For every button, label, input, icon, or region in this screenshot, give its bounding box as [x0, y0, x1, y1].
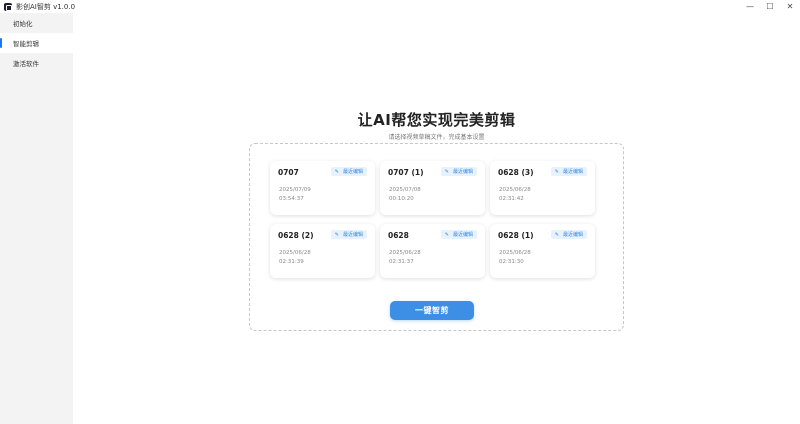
project-date: 2025/06/28: [389, 250, 421, 256]
minimize-icon[interactable]: —: [740, 0, 760, 13]
sidebar-item-smart-edit[interactable]: 智能剪辑: [0, 33, 73, 53]
one-click-edit-button[interactable]: 一键智剪: [390, 301, 474, 320]
project-time: 02:31:42: [499, 196, 524, 202]
project-time: 02:31:30: [499, 259, 524, 265]
sidebar-item-label: 初始化: [13, 20, 33, 28]
project-card[interactable]: 0707 (1) ✎ 最近编辑 2025/07/08 00:10:20: [380, 161, 485, 215]
project-date: 2025/07/09: [279, 187, 311, 193]
project-grid: 0707 ✎ 最近编辑 2025/07/09 03:54:37 0707 (1) ✎…: [270, 161, 595, 278]
edit-icon: ✎: [334, 231, 339, 238]
edit-icon: ✎: [334, 168, 339, 175]
project-date: 2025/06/28: [279, 250, 311, 256]
edit-icon: ✎: [444, 231, 449, 238]
project-card[interactable]: 0707 ✎ 最近编辑 2025/07/09 03:54:37: [270, 161, 375, 215]
recent-badge: ✎ 最近编辑: [550, 230, 587, 239]
project-timestamp: 2025/06/28 02:31:30: [499, 249, 531, 267]
sidebar-item-label: 智能剪辑: [13, 40, 39, 48]
recent-badge-label: 最近编辑: [452, 169, 473, 175]
recent-badge-label: 最近编辑: [342, 169, 363, 175]
edit-icon: ✎: [554, 168, 559, 175]
project-name: 0628 (2): [278, 231, 314, 240]
project-timestamp: 2025/06/28 02:31:37: [389, 249, 421, 267]
project-card[interactable]: 0628 (3) ✎ 最近编辑 2025/06/28 02:31:42: [490, 161, 595, 215]
app-logo-icon: [4, 2, 12, 11]
title-bar: 影创AI智剪 v1.0.0 — ☐ ✕: [0, 0, 800, 13]
edit-icon: ✎: [554, 231, 559, 238]
project-card[interactable]: 0628 ✎ 最近编辑 2025/06/28 02:31:37: [380, 224, 485, 278]
edit-icon: ✎: [444, 168, 449, 175]
sidebar: 初始化 智能剪辑 激活软件: [0, 13, 73, 424]
project-timestamp: 2025/07/08 00:10:20: [389, 186, 421, 204]
close-icon[interactable]: ✕: [780, 0, 800, 13]
draft-dropzone[interactable]: 0707 ✎ 最近编辑 2025/07/09 03:54:37 0707 (1) ✎…: [249, 143, 624, 331]
recent-badge: ✎ 最近编辑: [330, 167, 367, 176]
page-title: 让AI帮您实现完美剪辑: [357, 111, 516, 129]
recent-badge: ✎ 最近编辑: [440, 230, 477, 239]
recent-badge: ✎ 最近编辑: [550, 167, 587, 176]
project-timestamp: 2025/07/09 03:54:37: [279, 186, 311, 204]
page-subtitle: 请选择视频草稿文件，完成基本设置: [388, 134, 485, 141]
recent-badge: ✎ 最近编辑: [330, 230, 367, 239]
project-name: 0628: [388, 231, 409, 240]
project-time: 02:31:37: [389, 259, 414, 265]
project-time: 02:31:39: [279, 259, 304, 265]
project-date: 2025/06/28: [499, 187, 531, 193]
project-name: 0628 (1): [498, 231, 534, 240]
sidebar-item-init[interactable]: 初始化: [0, 13, 73, 33]
recent-badge: ✎ 最近编辑: [440, 167, 477, 176]
recent-badge-label: 最近编辑: [342, 232, 363, 238]
window-title: 影创AI智剪 v1.0.0: [16, 2, 76, 11]
project-card[interactable]: 0628 (2) ✎ 最近编辑 2025/06/28 02:31:39: [270, 224, 375, 278]
project-name: 0707 (1): [388, 168, 424, 177]
project-timestamp: 2025/06/28 02:31:42: [499, 186, 531, 204]
sidebar-item-label: 激活软件: [13, 60, 39, 68]
recent-badge-label: 最近编辑: [562, 169, 583, 175]
project-card[interactable]: 0628 (1) ✎ 最近编辑 2025/06/28 02:31:30: [490, 224, 595, 278]
project-time: 03:54:37: [279, 196, 304, 202]
maximize-icon[interactable]: ☐: [760, 0, 780, 13]
recent-badge-label: 最近编辑: [452, 232, 473, 238]
window-controls: — ☐ ✕: [740, 0, 800, 13]
recent-badge-label: 最近编辑: [562, 232, 583, 238]
main-content: 让AI帮您实现完美剪辑 请选择视频草稿文件，完成基本设置 0707 ✎ 最近编辑 …: [73, 13, 800, 424]
sidebar-item-activate[interactable]: 激活软件: [0, 53, 73, 73]
project-name: 0707: [278, 168, 299, 177]
project-date: 2025/06/28: [499, 250, 531, 256]
project-date: 2025/07/08: [389, 187, 421, 193]
project-name: 0628 (3): [498, 168, 534, 177]
project-time: 00:10:20: [389, 196, 414, 202]
project-timestamp: 2025/06/28 02:31:39: [279, 249, 311, 267]
